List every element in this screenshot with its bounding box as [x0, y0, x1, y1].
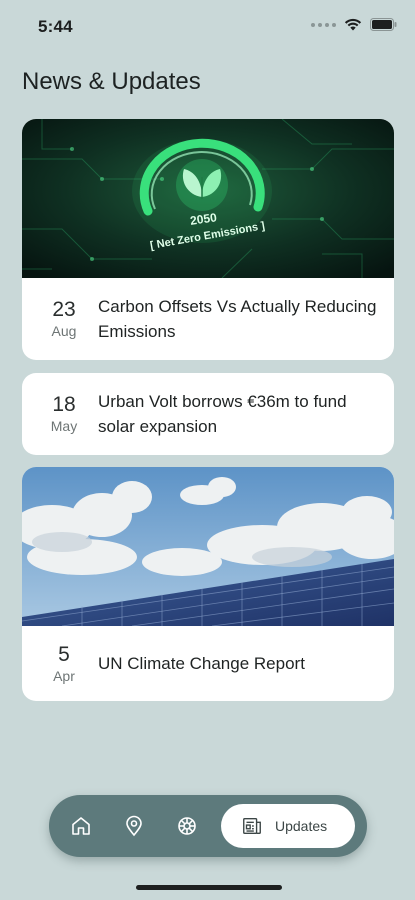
news-image-solar-panels — [22, 467, 394, 626]
news-date-month: Apr — [53, 667, 75, 684]
home-indicator — [136, 885, 282, 890]
news-date-month: May — [50, 418, 78, 434]
news-date: 23 Aug — [36, 298, 92, 340]
newspaper-icon — [243, 817, 261, 835]
wifi-icon — [344, 18, 362, 31]
bottom-nav: Updates — [49, 795, 367, 857]
battery-icon — [370, 18, 397, 31]
news-date-day: 23 — [52, 298, 76, 321]
news-date-month: Aug — [51, 323, 77, 339]
news-date-day: 18 — [52, 393, 76, 416]
signal-icon — [311, 22, 336, 27]
news-title: UN Climate Change Report — [98, 654, 305, 673]
news-card[interactable]: 5 Apr UN Climate Change Report — [22, 467, 394, 701]
home-icon[interactable] — [69, 814, 93, 838]
status-time: 5:44 — [38, 17, 73, 36]
news-title: Carbon Offsets Vs Actually Reducing Emis… — [98, 297, 377, 341]
nav-tab-updates[interactable]: Updates — [221, 804, 355, 848]
news-card-body: 5 Apr UN Climate Change Report — [22, 626, 394, 701]
news-card[interactable]: 2050 [ Net Zero Emissions ] 23 Aug Carbo… — [22, 119, 394, 360]
news-card-body: 23 Aug Carbon Offsets Vs Actually Reduci… — [22, 278, 394, 360]
news-date: 5 Apr — [36, 643, 92, 685]
news-card[interactable]: 18 May Urban Volt borrows €36m to fund s… — [22, 373, 394, 455]
news-image-net-zero: 2050 [ Net Zero Emissions ] — [22, 119, 394, 278]
news-date: 18 May — [36, 393, 92, 435]
news-title: Urban Volt borrows €36m to fund solar ex… — [98, 392, 347, 436]
nav-tab-updates-label: Updates — [275, 818, 328, 834]
ship-wheel-icon[interactable] — [175, 814, 199, 838]
news-date-day: 5 — [58, 642, 70, 666]
page-title: News & Updates — [22, 68, 201, 95]
location-pin-icon[interactable] — [122, 814, 146, 838]
status-icons — [311, 18, 397, 31]
news-card-body: 18 May Urban Volt borrows €36m to fund s… — [22, 373, 394, 455]
status-bar: 5:44 — [0, 0, 415, 54]
